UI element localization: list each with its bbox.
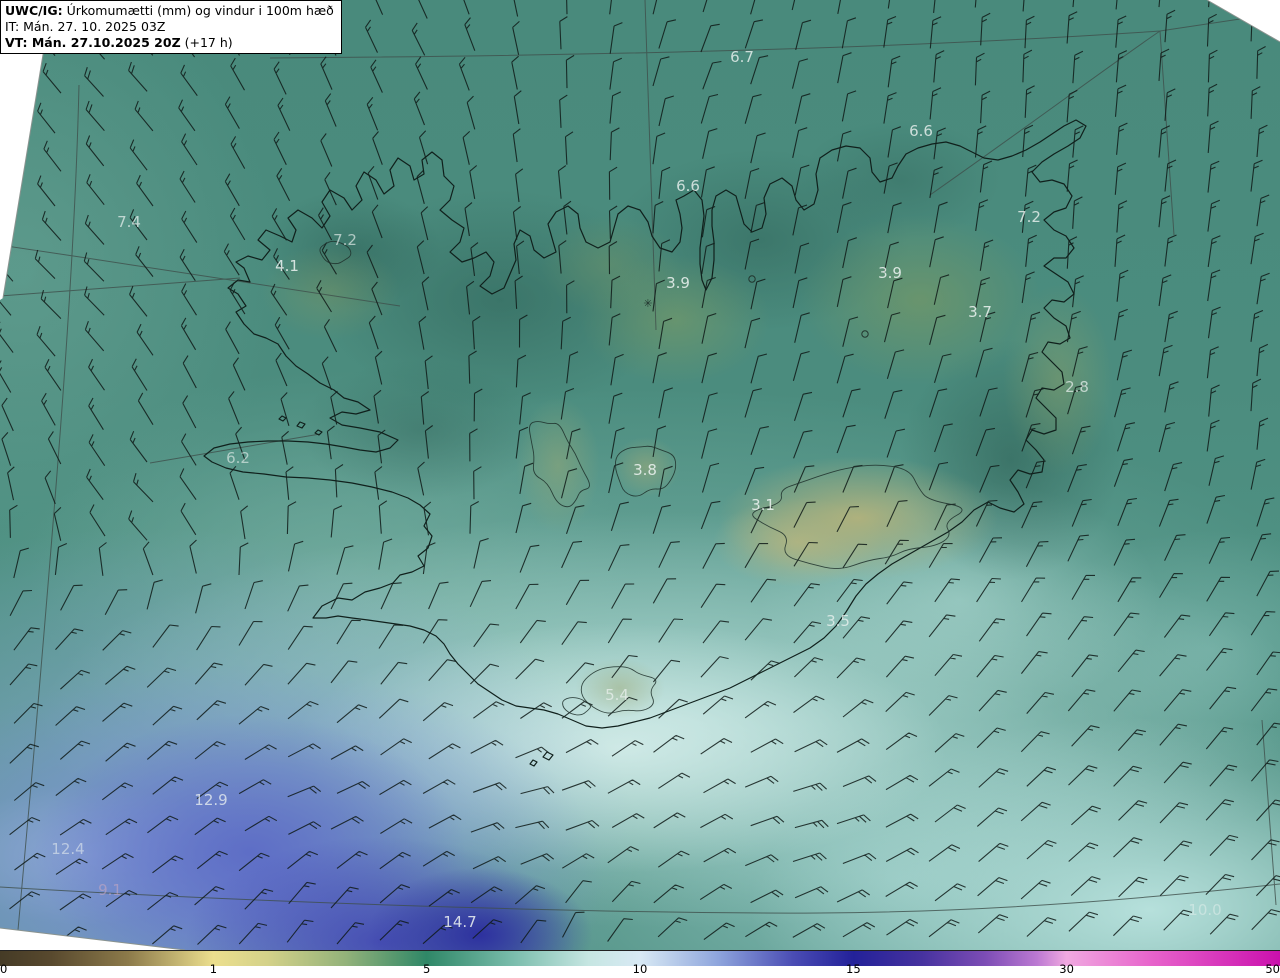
- colorbar-tick-label: 10: [632, 962, 648, 976]
- precip-value-label: 3.7: [968, 303, 992, 321]
- map-overlay: 6.7 6.6 6.6 7.2 7.4 7.2 4.1 3.9 3.9 3.7 2.8 6.2 3.8 3…: [0, 0, 1280, 950]
- colorbar-tick-label: 5: [422, 962, 431, 976]
- breidafjordur-islets: [278, 415, 323, 436]
- product-title: Úrkomumætti (mm) og vindur i 100m hæð: [62, 3, 334, 18]
- precip-value-label: 5.4: [605, 686, 629, 704]
- coastline: [203, 119, 1087, 767]
- valid-time-suffix: (+17 h): [180, 34, 233, 50]
- precip-value-label: 12.9: [194, 791, 227, 809]
- precip-value-label: 7.4: [117, 213, 141, 231]
- weather-map-page: 6.7 6.6 6.6 7.2 7.4 7.2 4.1 3.9 3.9 3.7 2.8 6.2 3.8 3…: [0, 0, 1280, 978]
- glacier-outline: [752, 464, 963, 569]
- precip-value-label: 14.7: [443, 913, 476, 931]
- colorbar-tick-labels: 0 1 5 10 15 30 50: [0, 962, 1280, 978]
- colorbar-tick-label: 30: [1059, 962, 1074, 976]
- valid-time: VT: Mán. 27.10.2025 20Z: [5, 34, 181, 50]
- precip-value-label: 6.2: [226, 449, 250, 467]
- precip-value-label: 3.5: [826, 612, 850, 630]
- precip-value-label: 4.1: [275, 257, 299, 275]
- glacier-outline: [529, 421, 590, 508]
- circle-marker-icon: [748, 275, 756, 283]
- init-time-line: IT: Mán. 27. 10. 2025 03Z: [5, 18, 166, 34]
- valid-time-line: VT: Mán. 27.10.2025 20Z (+17 h): [5, 35, 334, 51]
- precip-value-label: 6.7: [730, 48, 754, 66]
- title-box: UWC/IG: Úrkomumætti (mm) og vindur i 100…: [0, 0, 342, 55]
- circle-marker-icon: [861, 330, 869, 338]
- vestmannaeyjar-islands: [529, 751, 554, 767]
- colorbar-tick-label: 50: [1265, 962, 1280, 976]
- product-label: UWC/IG:: [5, 3, 63, 18]
- precip-value-label: 6.6: [909, 122, 933, 140]
- glacier-outline: [562, 697, 591, 716]
- precip-value-label: 6.6: [676, 177, 700, 195]
- precip-value-label: 10.0: [1188, 901, 1221, 919]
- precip-value-label: 3.1: [751, 496, 775, 514]
- snow-symbol-icon: ✳: [643, 297, 652, 310]
- colorbar-tick-label: 1: [209, 962, 218, 976]
- colorbar-tick-label: 15: [846, 962, 861, 976]
- precip-value-label: 7.2: [1017, 208, 1041, 226]
- precip-value-label: 3.9: [878, 264, 902, 282]
- product-title-line: UWC/IG: Úrkomumætti (mm) og vindur i 100…: [5, 3, 334, 19]
- colorbar-tick-label: 0: [0, 962, 8, 976]
- precip-value-label: 3.8: [633, 461, 657, 479]
- precip-value-label: 12.4: [51, 840, 84, 858]
- precip-value-label: 3.9: [666, 274, 690, 292]
- precip-value-label: 7.2: [333, 231, 357, 249]
- precip-value-label: 2.8: [1065, 378, 1089, 396]
- precip-value-label: 9.1: [98, 881, 122, 899]
